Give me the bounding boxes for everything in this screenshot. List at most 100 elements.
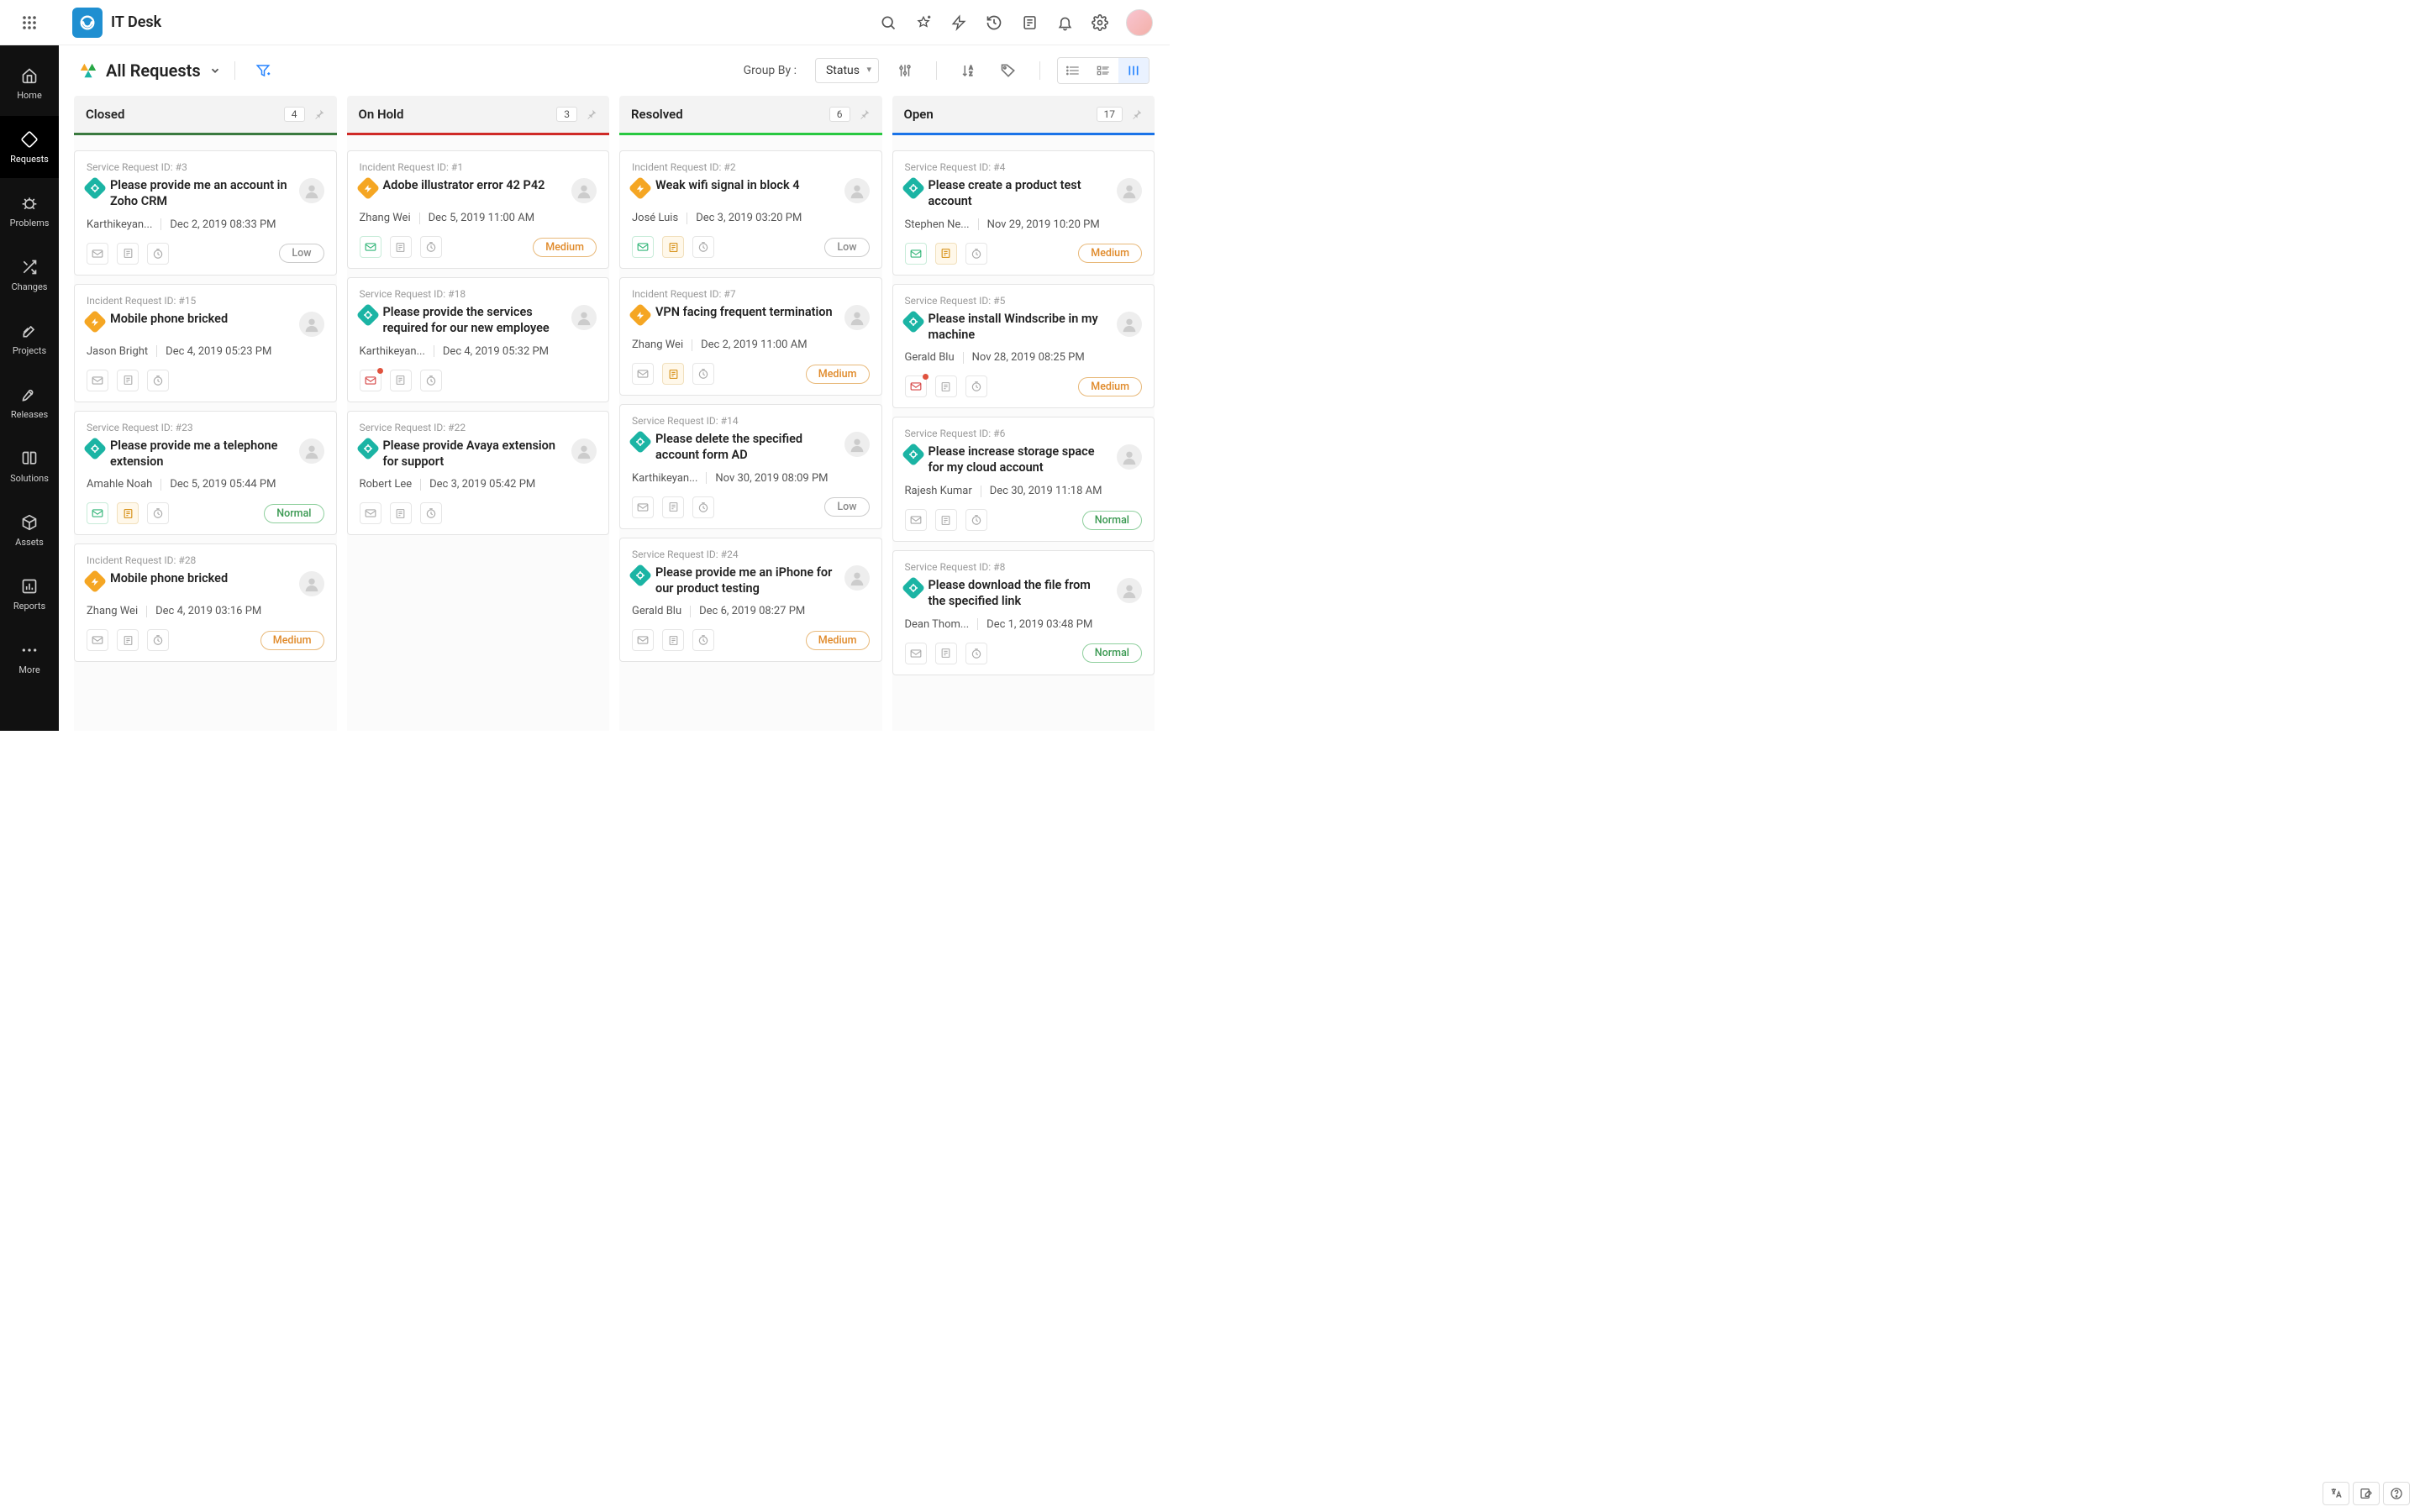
request-card[interactable]: Service Request ID: #8 Please download t… bbox=[892, 550, 1155, 675]
request-card[interactable]: Service Request ID: #23 Please provide m… bbox=[74, 411, 337, 536]
timer-icon[interactable] bbox=[147, 243, 169, 265]
assignee-avatar[interactable] bbox=[571, 178, 597, 203]
assignee-avatar[interactable] bbox=[299, 312, 324, 337]
mail-icon[interactable] bbox=[87, 370, 108, 391]
mail-icon[interactable] bbox=[632, 236, 654, 258]
request-card[interactable]: Service Request ID: #18 Please provide t… bbox=[347, 277, 610, 402]
sidebar-item-home[interactable]: Home bbox=[0, 52, 59, 114]
assignee-avatar[interactable] bbox=[844, 432, 870, 457]
mail-icon[interactable] bbox=[360, 370, 381, 391]
notes-icon[interactable] bbox=[1020, 13, 1039, 32]
timer-icon[interactable] bbox=[692, 363, 714, 385]
assignee-avatar[interactable] bbox=[1117, 178, 1142, 203]
request-card[interactable]: Incident Request ID: #15 Mobile phone br… bbox=[74, 284, 337, 402]
bell-icon[interactable] bbox=[1055, 13, 1074, 32]
note-icon[interactable] bbox=[117, 502, 139, 524]
request-card[interactable]: Service Request ID: #14 Please delete th… bbox=[619, 404, 882, 529]
sidebar-item-releases[interactable]: Releases bbox=[0, 371, 59, 433]
sidebar-item-solutions[interactable]: Solutions bbox=[0, 435, 59, 497]
apps-menu-button[interactable] bbox=[0, 0, 59, 45]
note-icon[interactable] bbox=[117, 370, 139, 391]
compose-icon[interactable] bbox=[2353, 1482, 2380, 1505]
pin-icon[interactable] bbox=[859, 108, 871, 120]
pin-icon[interactable] bbox=[1131, 108, 1143, 120]
note-icon[interactable] bbox=[662, 236, 684, 258]
mail-icon[interactable] bbox=[632, 629, 654, 651]
timer-icon[interactable] bbox=[965, 243, 987, 265]
assignee-avatar[interactable] bbox=[571, 438, 597, 464]
pin-icon[interactable] bbox=[586, 108, 597, 120]
request-card[interactable]: Service Request ID: #4 Please create a p… bbox=[892, 150, 1155, 276]
assignee-avatar[interactable] bbox=[844, 178, 870, 203]
request-card[interactable]: Incident Request ID: #1 Adobe illustrato… bbox=[347, 150, 610, 269]
assignee-avatar[interactable] bbox=[299, 178, 324, 203]
request-card[interactable]: Service Request ID: #5 Please install Wi… bbox=[892, 284, 1155, 409]
mail-icon[interactable] bbox=[905, 509, 927, 531]
timer-icon[interactable] bbox=[965, 509, 987, 531]
timer-icon[interactable] bbox=[965, 643, 987, 664]
view-list-icon[interactable] bbox=[1058, 58, 1088, 83]
timer-icon[interactable] bbox=[692, 236, 714, 258]
request-card[interactable]: Service Request ID: #3 Please provide me… bbox=[74, 150, 337, 276]
mail-icon[interactable] bbox=[87, 502, 108, 524]
timer-icon[interactable] bbox=[147, 502, 169, 524]
note-icon[interactable] bbox=[117, 629, 139, 651]
note-icon[interactable] bbox=[390, 236, 412, 258]
note-icon[interactable] bbox=[390, 370, 412, 391]
sidebar-item-requests[interactable]: Requests bbox=[0, 116, 59, 178]
view-kanban-icon[interactable] bbox=[1118, 58, 1149, 83]
note-icon[interactable] bbox=[117, 243, 139, 265]
mail-icon[interactable] bbox=[905, 243, 927, 265]
sidebar-item-problems[interactable]: Problems bbox=[0, 180, 59, 242]
assignee-avatar[interactable] bbox=[1117, 578, 1142, 603]
note-icon[interactable] bbox=[935, 509, 957, 531]
filter-add-icon[interactable] bbox=[255, 63, 271, 78]
mail-icon[interactable] bbox=[632, 496, 654, 518]
sidebar-item-projects[interactable]: Projects bbox=[0, 307, 59, 370]
timer-icon[interactable] bbox=[147, 370, 169, 391]
mail-icon[interactable] bbox=[632, 363, 654, 385]
sidebar-item-more[interactable]: More bbox=[0, 627, 59, 689]
note-icon[interactable] bbox=[662, 629, 684, 651]
assignee-avatar[interactable] bbox=[571, 305, 597, 330]
note-icon[interactable] bbox=[935, 375, 957, 397]
note-icon[interactable] bbox=[662, 363, 684, 385]
pin-add-icon[interactable] bbox=[914, 13, 933, 32]
sidebar-item-reports[interactable]: Reports bbox=[0, 563, 59, 625]
assignee-avatar[interactable] bbox=[1117, 312, 1142, 337]
timer-icon[interactable] bbox=[147, 629, 169, 651]
history-icon[interactable] bbox=[985, 13, 1003, 32]
note-icon[interactable] bbox=[935, 243, 957, 265]
timer-icon[interactable] bbox=[420, 502, 442, 524]
sliders-icon[interactable] bbox=[896, 61, 914, 80]
sidebar-item-assets[interactable]: Assets bbox=[0, 499, 59, 561]
pin-icon[interactable] bbox=[313, 108, 325, 120]
timer-icon[interactable] bbox=[692, 629, 714, 651]
request-card[interactable]: Service Request ID: #22 Please provide A… bbox=[347, 411, 610, 536]
mail-icon[interactable] bbox=[360, 236, 381, 258]
mail-icon[interactable] bbox=[905, 375, 927, 397]
assignee-avatar[interactable] bbox=[844, 565, 870, 591]
group-by-select[interactable]: Status bbox=[815, 58, 879, 83]
sidebar-item-changes[interactable]: Changes bbox=[0, 244, 59, 306]
assignee-avatar[interactable] bbox=[1117, 444, 1142, 470]
timer-icon[interactable] bbox=[965, 375, 987, 397]
timer-icon[interactable] bbox=[420, 236, 442, 258]
timer-icon[interactable] bbox=[420, 370, 442, 391]
request-card[interactable]: Incident Request ID: #28 Mobile phone br… bbox=[74, 543, 337, 662]
view-detail-icon[interactable] bbox=[1088, 58, 1118, 83]
gear-icon[interactable] bbox=[1091, 13, 1109, 32]
request-card[interactable]: Service Request ID: #6 Please increase s… bbox=[892, 417, 1155, 542]
assignee-avatar[interactable] bbox=[844, 305, 870, 330]
mail-icon[interactable] bbox=[87, 629, 108, 651]
sort-az-icon[interactable]: AZ bbox=[959, 61, 977, 80]
note-icon[interactable] bbox=[390, 502, 412, 524]
mail-icon[interactable] bbox=[87, 243, 108, 265]
help-icon[interactable] bbox=[2383, 1482, 2410, 1505]
tag-icon[interactable] bbox=[999, 61, 1018, 80]
request-card[interactable]: Service Request ID: #24 Please provide m… bbox=[619, 538, 882, 663]
request-card[interactable]: Incident Request ID: #2 Weak wifi signal… bbox=[619, 150, 882, 269]
mail-icon[interactable] bbox=[360, 502, 381, 524]
view-title[interactable]: All Requests bbox=[106, 60, 201, 81]
mail-icon[interactable] bbox=[905, 643, 927, 664]
